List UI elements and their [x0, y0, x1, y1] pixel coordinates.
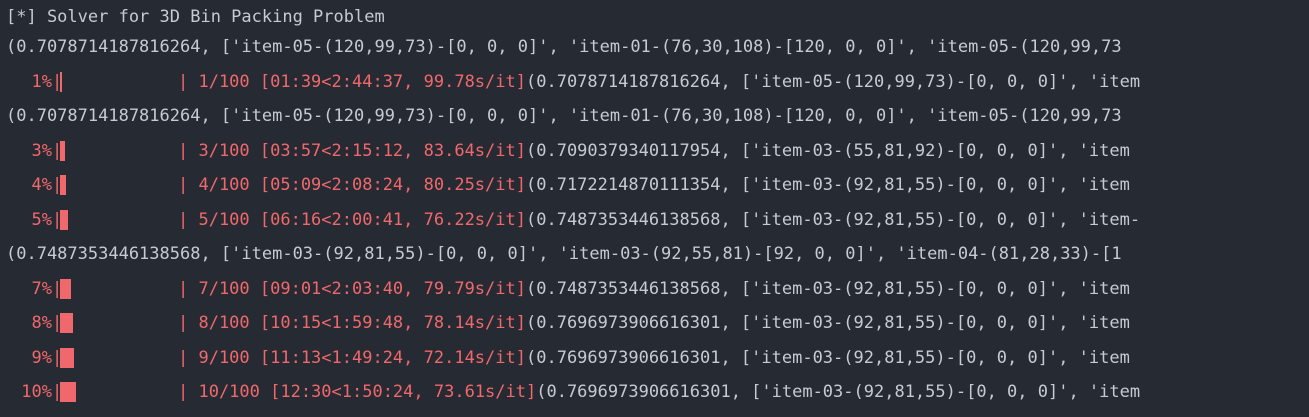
progress-stats: | 9/100 [11:13<1:49:24, 72.14s/it]	[178, 347, 526, 368]
progress-stats: | 1/100 [01:39<2:44:37, 99.78s/it]	[178, 71, 526, 92]
progress-bar	[58, 67, 178, 97]
progress-percent: 10%	[21, 382, 52, 402]
output-text: (0.7487353446138568, ['item-03-(92,81,55…	[526, 209, 1141, 230]
progress-bar	[58, 343, 178, 373]
header-line: [*] Solver for 3D Bin Packing Problem	[6, 7, 385, 27]
progress-stats: | 4/100 [05:09<2:08:24, 80.25s/it]	[178, 175, 526, 195]
progress-bar	[58, 205, 178, 235]
progress-bar-fill	[60, 313, 73, 333]
progress-bar	[58, 308, 178, 338]
progress-bar-fill	[60, 140, 65, 161]
progress-percent: 1%	[31, 71, 52, 92]
progress-percent: 5%	[31, 209, 52, 230]
progress-percent: 9%	[31, 347, 52, 368]
progress-percent: 4%	[31, 175, 52, 195]
terminal-output[interactable]: [*] Solver for 3D Bin Packing Problem (0…	[0, 0, 1309, 417]
progress-line: 3%| | 3/100 [03:57<2:15:12, 83.64s/it](0.…	[6, 136, 1309, 166]
progress-bar-fill	[60, 278, 71, 299]
progress-bar-fill	[60, 71, 62, 92]
progress-line: 7%| | 7/100 [09:01<2:03:40, 79.79s/it](0.…	[6, 274, 1309, 304]
output-text: (0.7172214870111354, ['item-03-(92,81,55…	[526, 175, 1130, 195]
progress-stats: | 7/100 [09:01<2:03:40, 79.79s/it]	[178, 278, 526, 299]
progress-stats: | 5/100 [06:16<2:00:41, 76.22s/it]	[178, 209, 526, 230]
output-line: (0.7078714187816264, ['item-05-(120,99,7…	[6, 37, 1122, 57]
progress-percent: 3%	[31, 140, 52, 161]
progress-bar-fill	[60, 209, 68, 230]
output-text: (0.7696973906616301, ['item-03-(92,81,55…	[536, 382, 1141, 402]
progress-bar	[58, 377, 178, 407]
progress-bar-fill	[60, 347, 74, 368]
progress-percent: 8%	[31, 313, 52, 333]
output-text: (0.7696973906616301, ['item-03-(92,81,55…	[526, 313, 1130, 333]
progress-line: 8%| | 8/100 [10:15<1:59:48, 78.14s/it](0.…	[6, 308, 1309, 338]
output-line: (0.7487353446138568, ['item-03-(92,81,55…	[6, 244, 1122, 264]
progress-bar	[58, 170, 178, 200]
progress-percent: 7%	[31, 278, 52, 299]
output-line: (0.7078714187816264, ['item-05-(120,99,7…	[6, 106, 1122, 126]
output-text: (0.7696973906616301, ['item-03-(92,81,55…	[526, 347, 1130, 368]
output-text: (0.7090379340117954, ['item-03-(55,81,92…	[526, 140, 1130, 161]
output-text: (0.7078714187816264, ['item-05-(120,99,7…	[526, 71, 1141, 92]
progress-line: 10%| | 10/100 [12:30<1:50:24, 73.61s/it](…	[6, 377, 1309, 407]
progress-bar-fill	[60, 382, 76, 402]
progress-stats: | 8/100 [10:15<1:59:48, 78.14s/it]	[178, 313, 526, 333]
progress-line: 1%| | 1/100 [01:39<2:44:37, 99.78s/it](0.…	[6, 67, 1309, 97]
progress-bar	[58, 136, 178, 166]
progress-stats: | 3/100 [03:57<2:15:12, 83.64s/it]	[178, 140, 526, 161]
progress-bar	[58, 274, 178, 304]
progress-line: 5%| | 5/100 [06:16<2:00:41, 76.22s/it](0.…	[6, 205, 1309, 235]
progress-bar-fill	[60, 175, 66, 195]
progress-line: 4%| | 4/100 [05:09<2:08:24, 80.25s/it](0.…	[6, 170, 1309, 200]
progress-line: 9%| | 9/100 [11:13<1:49:24, 72.14s/it](0.…	[6, 343, 1309, 373]
progress-stats: | 10/100 [12:30<1:50:24, 73.61s/it]	[178, 382, 537, 402]
output-text: (0.7487353446138568, ['item-03-(92,81,55…	[526, 278, 1130, 299]
